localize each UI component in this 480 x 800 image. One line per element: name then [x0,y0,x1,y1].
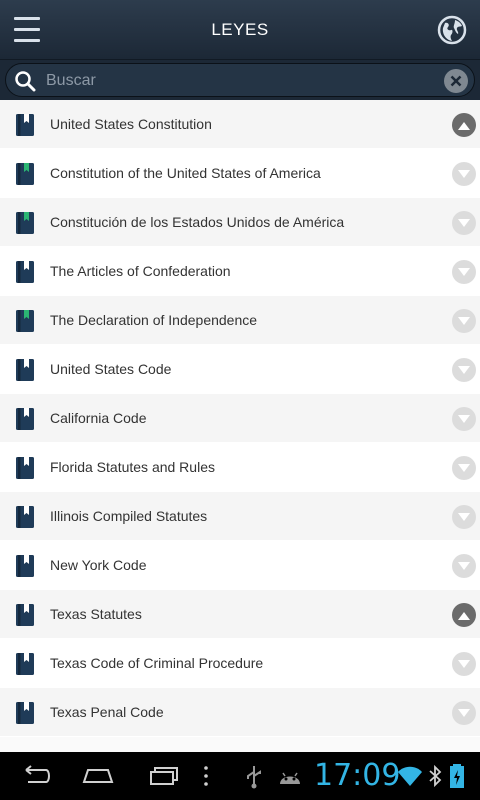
law-list-item[interactable]: Texas Statutes [0,590,480,639]
search-bar [0,60,480,100]
book-icon [16,163,34,185]
expand-button[interactable] [452,554,476,578]
law-list-item-label: New York Code [50,557,147,573]
expand-button[interactable] [452,309,476,333]
law-list-item-label: The Articles of Confederation [50,263,231,279]
usb-icon [242,762,266,790]
search-icon [15,71,36,92]
collapse-button[interactable] [452,603,476,627]
law-list-item-label: The Declaration of Independence [50,312,258,328]
chevron-down-icon [458,709,470,717]
chevron-down-icon [458,660,470,668]
expand-button[interactable] [452,456,476,480]
book-icon [16,261,34,283]
back-button[interactable] [16,762,56,790]
book-icon [16,408,34,430]
law-list-item-label: Texas Code of Criminal Procedure [50,655,264,671]
bluetooth-icon [428,762,442,790]
search-input[interactable] [46,68,436,94]
expand-button[interactable] [452,505,476,529]
law-list-item[interactable]: Florida Statutes and Rules [0,443,480,492]
book-icon [16,555,34,577]
expand-button[interactable] [452,260,476,284]
wifi-icon [396,762,424,790]
overflow-menu-button[interactable] [196,762,216,790]
book-icon [16,212,34,234]
law-list-item[interactable]: United States Code [0,345,480,394]
expand-button[interactable] [452,162,476,186]
book-icon [16,114,34,136]
book-icon [16,702,34,724]
law-list-item[interactable]: Texas Penal Code [0,688,480,737]
collapse-button[interactable] [452,113,476,137]
book-icon [16,653,34,675]
app-header: LEYES [0,0,480,60]
law-list-item-label: Constitution of the United States of Ame… [50,165,321,181]
page-title: LEYES [211,20,269,39]
law-list-item[interactable]: Texas Code of Criminal Procedure [0,639,480,688]
android-debug-icon [276,762,304,790]
chevron-down-icon [458,317,470,325]
globe-button[interactable] [436,14,468,46]
book-icon [16,457,34,479]
expand-button[interactable] [452,701,476,725]
recent-apps-icon [150,767,178,785]
law-list-item[interactable]: Constitution of the United States of Ame… [0,149,480,198]
chevron-down-icon [458,268,470,276]
chevron-up-icon [458,612,470,620]
law-list-item[interactable]: California Code [0,394,480,443]
law-list-item-label: Florida Statutes and Rules [50,459,215,475]
law-list: United States Constitution Constitution o… [0,100,480,752]
law-list-item[interactable]: The Articles of Confederation [0,247,480,296]
clear-search-button[interactable] [444,69,468,93]
chevron-down-icon [458,219,470,227]
law-list-item[interactable]: United States Constitution [0,100,480,149]
chevron-down-icon [458,415,470,423]
law-list-item-label: California Code [50,410,147,426]
law-list-item-label: Constitución de los Estados Unidos de Am… [50,214,345,230]
battery-icon [448,762,466,790]
chevron-down-icon [458,513,470,521]
home-icon [82,769,114,783]
law-list-item[interactable]: Illinois Compiled Statutes [0,492,480,541]
book-icon [16,310,34,332]
law-list-item[interactable]: Constitución de los Estados Unidos de Am… [0,198,480,247]
expand-button[interactable] [452,358,476,382]
law-list-item[interactable]: The Declaration of Independence [0,296,480,345]
expand-button[interactable] [452,407,476,431]
status-clock: 17:09 [314,758,401,793]
system-nav-bar: 17:09 [0,752,480,800]
clear-icon [450,75,462,87]
law-list-item-label: United States Code [50,361,172,377]
globe-icon [437,15,467,45]
book-icon [16,604,34,626]
expand-button[interactable] [452,211,476,235]
book-icon [16,506,34,528]
law-list-item-label: Illinois Compiled Statutes [50,508,208,524]
law-list-item[interactable]: New York Code [0,541,480,590]
home-button[interactable] [78,762,118,790]
recent-apps-button[interactable] [142,762,182,790]
law-list-item-label: Texas Statutes [50,606,142,622]
book-icon [16,359,34,381]
expand-button[interactable] [452,652,476,676]
chevron-down-icon [458,562,470,570]
chevron-down-icon [458,170,470,178]
law-list-item-label: Texas Penal Code [50,704,164,720]
chevron-down-icon [458,366,470,374]
chevron-up-icon [458,122,470,130]
chevron-down-icon [458,464,470,472]
search-box [5,63,475,97]
law-list-item-label: United States Constitution [50,116,212,132]
back-icon [25,765,50,783]
overflow-menu-icon [204,766,208,786]
